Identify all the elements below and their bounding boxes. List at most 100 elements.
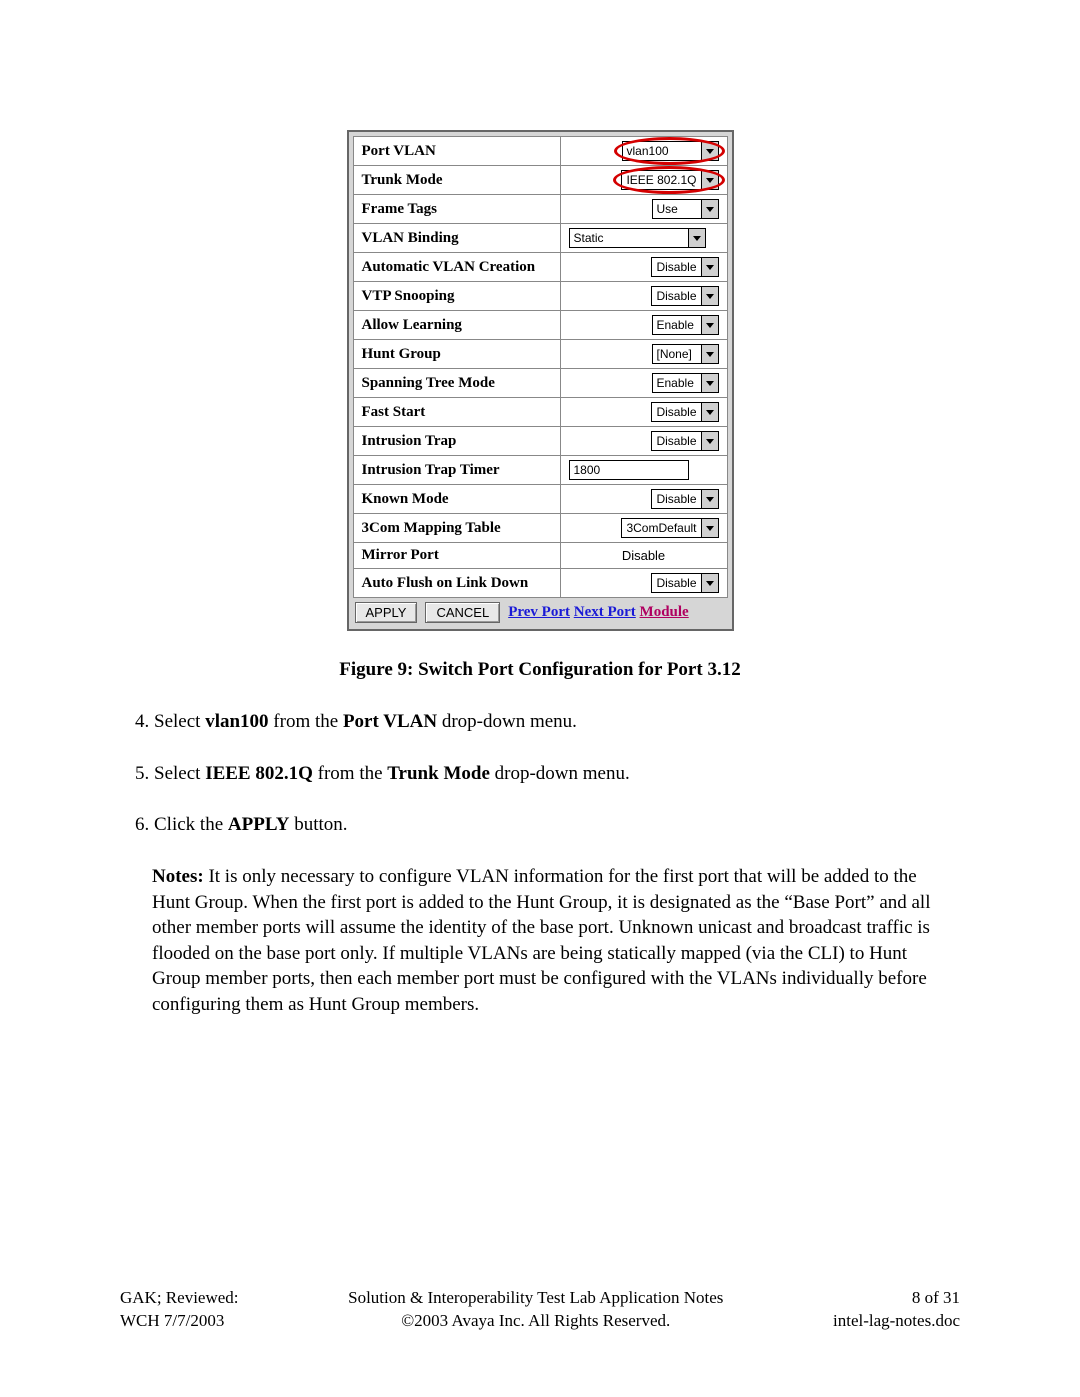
footer-center: Solution & Interoperability Test Lab App…: [239, 1287, 833, 1333]
dropdown[interactable]: Static: [569, 228, 706, 248]
step-keyword: APPLY: [228, 814, 290, 835]
config-row-control: Static: [560, 224, 727, 253]
chevron-down-icon[interactable]: [701, 142, 718, 160]
config-row-control: 1800: [560, 456, 727, 485]
footer-page-number: 8 of 31: [912, 1288, 960, 1307]
prev-port-link[interactable]: Prev Port: [508, 604, 570, 620]
dropdown-value: Disable: [652, 403, 700, 421]
chevron-down-icon[interactable]: [701, 374, 718, 392]
footer-copyright: ©2003 Avaya Inc. All Rights Reserved.: [401, 1311, 670, 1330]
footer-left: GAK; Reviewed: WCH 7/7/2003: [120, 1287, 239, 1333]
dropdown[interactable]: Disable: [651, 286, 718, 306]
dropdown[interactable]: Enable: [652, 315, 719, 335]
cancel-button[interactable]: CANCEL: [425, 602, 500, 623]
page-footer: GAK; Reviewed: WCH 7/7/2003 Solution & I…: [120, 1287, 960, 1333]
dropdown-value: Static: [570, 229, 688, 247]
panel-nav-links: Prev Port Next Port Module: [508, 604, 689, 621]
config-row-label: Automatic VLAN Creation: [353, 253, 560, 282]
chevron-down-icon[interactable]: [701, 316, 718, 334]
instruction-list: Select vlan100 from the Port VLAN drop-d…: [120, 709, 960, 838]
step-keyword: Port VLAN: [343, 711, 437, 732]
config-table: Port VLAN vlan100 Trunk Mode IEEE 802.1Q Fra…: [353, 136, 728, 598]
config-row-label: Intrusion Trap: [353, 427, 560, 456]
instruction-step: Select IEEE 802.1Q from the Trunk Mode d…: [154, 761, 960, 787]
dropdown[interactable]: vlan100: [622, 141, 719, 161]
config-row-label: Allow Learning: [353, 311, 560, 340]
dropdown[interactable]: IEEE 802.1Q: [621, 170, 718, 190]
footer-reviewer: GAK; Reviewed:: [120, 1288, 239, 1307]
config-row-control: Enable: [560, 369, 727, 398]
notes-block: Notes: It is only necessary to configure…: [152, 864, 950, 1018]
dropdown-value: [None]: [653, 345, 701, 363]
config-row: Frame TagsUse: [353, 195, 727, 224]
dropdown-value: Enable: [653, 374, 701, 392]
dropdown[interactable]: Disable: [651, 402, 718, 422]
chevron-down-icon[interactable]: [701, 490, 718, 508]
chevron-down-icon[interactable]: [701, 519, 718, 537]
config-row-label: Trunk Mode: [353, 166, 560, 195]
config-row-control: vlan100: [560, 137, 727, 166]
text-input[interactable]: 1800: [569, 460, 689, 480]
chevron-down-icon[interactable]: [701, 287, 718, 305]
static-value: Disable: [622, 548, 665, 563]
config-row-control: Disable: [560, 427, 727, 456]
dropdown-value: Disable: [652, 490, 700, 508]
dropdown-value: vlan100: [623, 142, 701, 160]
dropdown-value: Disable: [652, 432, 700, 450]
config-row-control: IEEE 802.1Q: [560, 166, 727, 195]
dropdown[interactable]: Disable: [651, 431, 718, 451]
next-port-link[interactable]: Next Port: [574, 604, 636, 620]
footer-date: WCH 7/7/2003: [120, 1311, 224, 1330]
step-keyword: IEEE 802.1Q: [205, 763, 313, 784]
config-row: VLAN BindingStatic: [353, 224, 727, 253]
dropdown[interactable]: Disable: [651, 573, 718, 593]
config-row-control: Disable: [560, 569, 727, 598]
config-row-label: 3Com Mapping Table: [353, 514, 560, 543]
config-row: Allow Learning Enable: [353, 311, 727, 340]
footer-filename: intel-lag-notes.doc: [833, 1311, 960, 1330]
dropdown[interactable]: [None]: [652, 344, 719, 364]
config-row-control: Enable: [560, 311, 727, 340]
dropdown-value: Use: [653, 200, 701, 218]
config-row: Intrusion Trap Disable: [353, 427, 727, 456]
instruction-step: Click the APPLY button.: [154, 812, 960, 838]
config-panel: Port VLAN vlan100 Trunk Mode IEEE 802.1Q Fra…: [347, 130, 734, 631]
config-row: Mirror Port Disable: [353, 543, 727, 569]
footer-right: 8 of 31 intel-lag-notes.doc: [833, 1287, 960, 1333]
step-keyword: vlan100: [205, 711, 268, 732]
chevron-down-icon[interactable]: [701, 200, 718, 218]
config-row: Automatic VLAN Creation Disable: [353, 253, 727, 282]
chevron-down-icon[interactable]: [701, 258, 718, 276]
module-link[interactable]: Module: [640, 604, 689, 620]
dropdown[interactable]: Use: [652, 199, 719, 219]
config-row-label: Port VLAN: [353, 137, 560, 166]
dropdown-value: Disable: [652, 258, 700, 276]
dropdown-value: IEEE 802.1Q: [622, 171, 700, 189]
dropdown[interactable]: 3ComDefault: [621, 518, 718, 538]
config-row: 3Com Mapping Table 3ComDefault: [353, 514, 727, 543]
dropdown-value: Enable: [653, 316, 701, 334]
config-row-control: Use: [560, 195, 727, 224]
config-row-control: Disable: [560, 485, 727, 514]
config-row: Known ModeDisable: [353, 485, 727, 514]
dropdown[interactable]: Disable: [651, 257, 718, 277]
config-row-label: Mirror Port: [353, 543, 560, 569]
config-row: VTP SnoopingDisable: [353, 282, 727, 311]
config-row-label: Spanning Tree Mode: [353, 369, 560, 398]
config-row: Port VLAN vlan100: [353, 137, 727, 166]
chevron-down-icon[interactable]: [688, 229, 705, 247]
dropdown-value: Disable: [652, 574, 700, 592]
apply-button[interactable]: APPLY: [355, 602, 418, 623]
dropdown[interactable]: Enable: [652, 373, 719, 393]
chevron-down-icon[interactable]: [701, 345, 718, 363]
step-keyword: Trunk Mode: [387, 763, 490, 784]
config-row-control: Disable: [560, 253, 727, 282]
config-panel-wrap: Port VLAN vlan100 Trunk Mode IEEE 802.1Q Fra…: [120, 130, 960, 631]
chevron-down-icon[interactable]: [701, 171, 718, 189]
config-row: Intrusion Trap Timer1800: [353, 456, 727, 485]
dropdown[interactable]: Disable: [651, 489, 718, 509]
chevron-down-icon[interactable]: [701, 432, 718, 450]
chevron-down-icon[interactable]: [701, 403, 718, 421]
config-row: Fast StartDisable: [353, 398, 727, 427]
chevron-down-icon[interactable]: [701, 574, 718, 592]
